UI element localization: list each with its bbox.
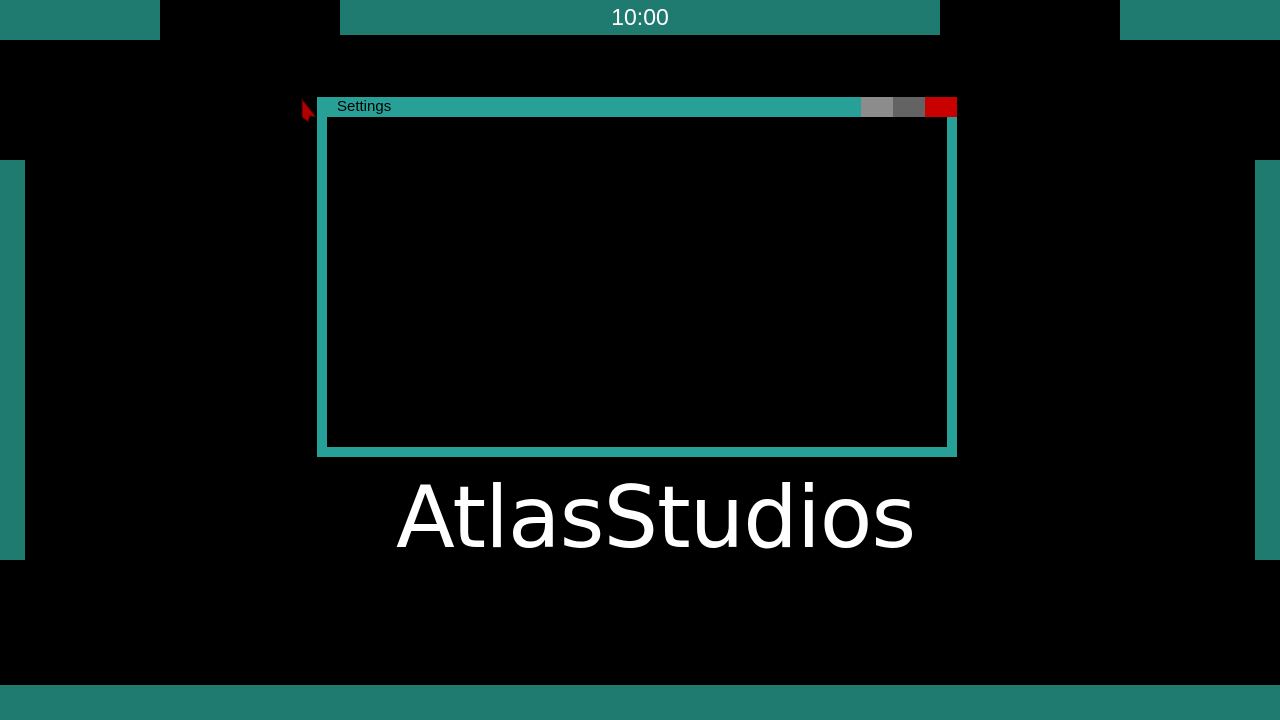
settings-window[interactable]: Settings [317,97,957,457]
window-title: Settings [337,98,392,115]
right-side-panel [1255,160,1280,560]
close-button[interactable] [925,97,957,117]
maximize-button[interactable] [893,97,925,117]
top-left-panel [0,0,160,40]
bottom-taskbar[interactable] [0,685,1280,720]
top-right-panel [1120,0,1280,40]
clock-bar[interactable]: 10:00 [340,0,940,35]
clock-time: 10:00 [611,4,669,30]
window-content-area[interactable] [327,117,947,447]
minimize-button[interactable] [861,97,893,117]
left-side-panel [0,160,25,560]
window-titlebar[interactable]: Settings [317,97,957,117]
desktop-screen: 10:00 Settings AtlasStudios [0,0,1280,720]
atlasstudios-logo: AtlasStudios [396,468,916,568]
mouse-pointer-icon [301,97,318,123]
